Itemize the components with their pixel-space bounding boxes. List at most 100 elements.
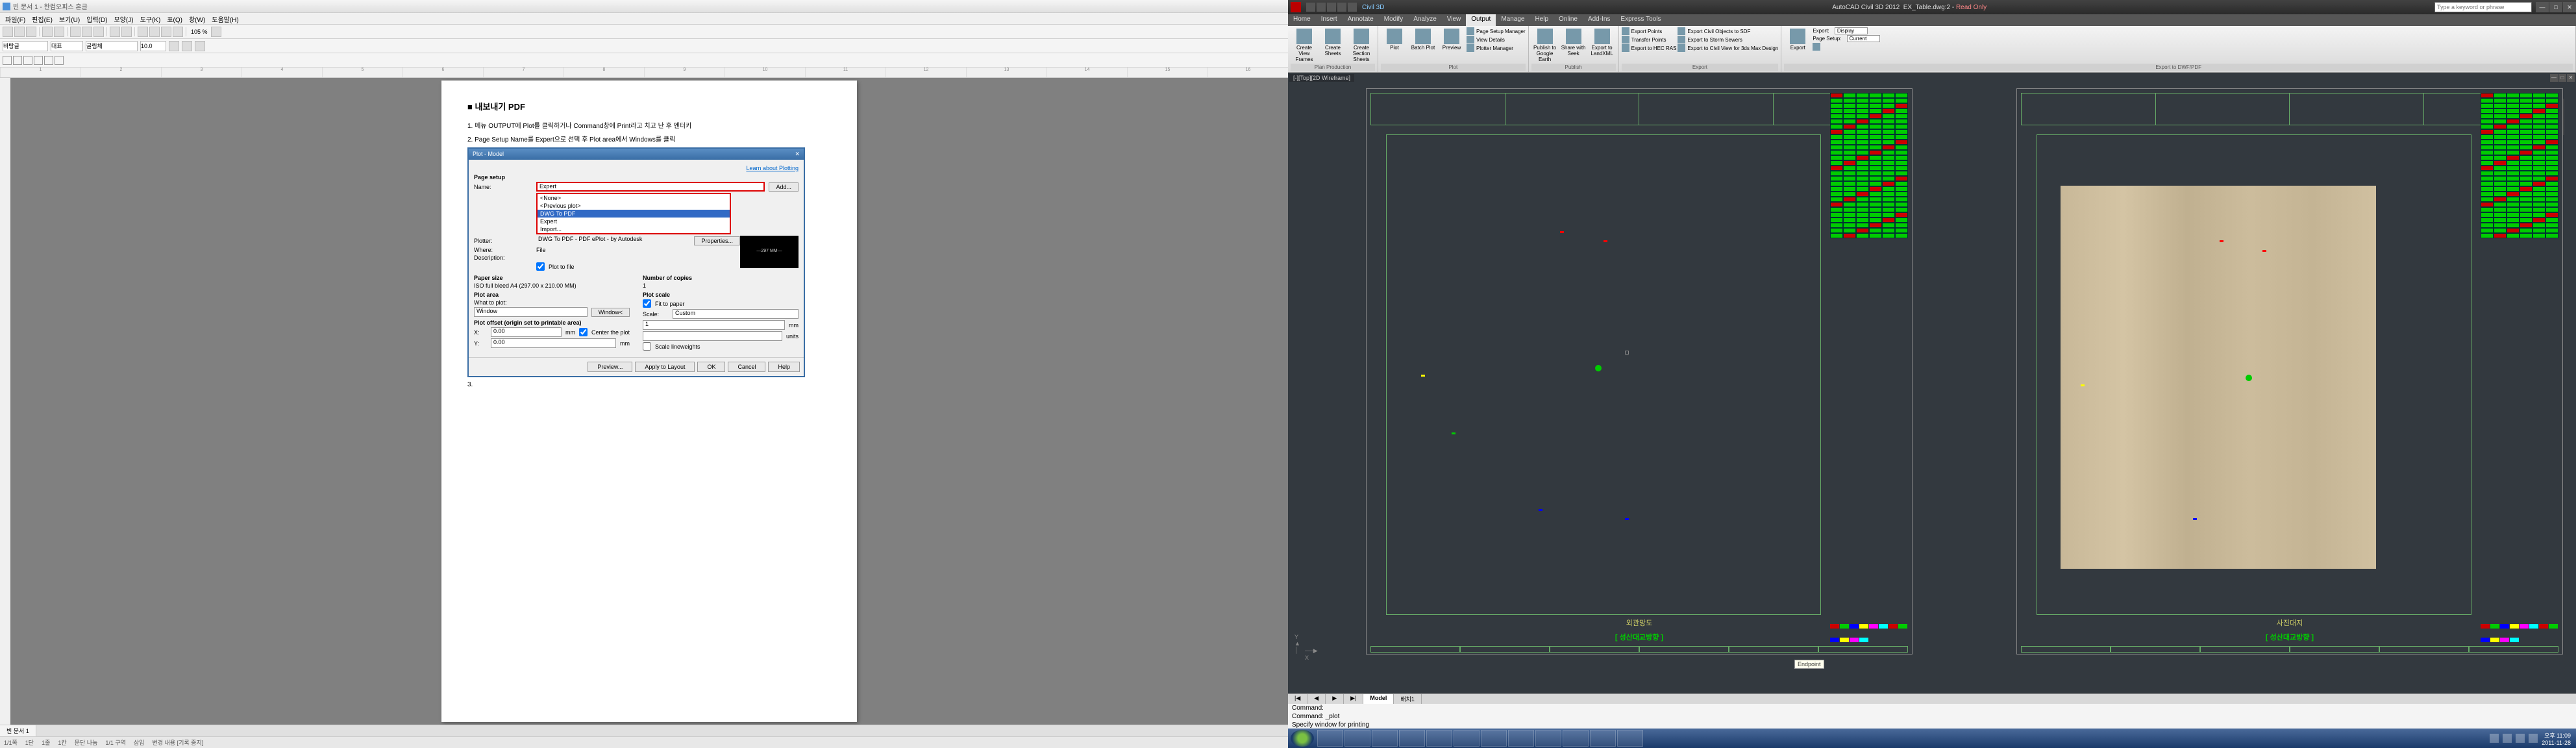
tab-nav-first-icon[interactable]: |◀ (1288, 694, 1307, 704)
maximize-icon[interactable]: □ (2549, 2, 2562, 12)
tab-modify[interactable]: Modify (1379, 14, 1408, 26)
share-seek-button[interactable]: Share with Seek (1560, 27, 1587, 58)
help-search-input[interactable] (2434, 2, 2532, 12)
tab-annotate[interactable]: Annotate (1343, 14, 1379, 26)
layout-sheet-1[interactable]: 외관망도 [ 성산대교방향 ] (1366, 88, 1913, 654)
tab-online[interactable]: Online (1554, 14, 1583, 26)
export-3dsmax-button[interactable]: Export to Civil View for 3ds Max Design (1678, 44, 1778, 52)
size-select[interactable] (140, 41, 166, 51)
hwp-canvas[interactable]: 내보내기 PDF 1. 메뉴 OUTPUT에 Plot를 클릭하거나 Comma… (10, 78, 1288, 725)
redo-icon[interactable] (121, 27, 132, 37)
menu-input[interactable]: 입력(D) (84, 13, 110, 24)
layout-sheet-2[interactable]: 사진대지 [ 성산대교방향 ] (2016, 88, 2563, 654)
hwp-menubar[interactable]: 파일(F) 편집(E) 보기(U) 입력(D) 모양(J) 도구(K) 표(Q)… (0, 13, 1288, 25)
font-select[interactable] (86, 41, 138, 51)
zoom-value[interactable]: 105 % (189, 29, 210, 35)
tab-express[interactable]: Express Tools (1615, 14, 1666, 26)
task-app-icon[interactable] (1617, 730, 1643, 747)
layout-tabs[interactable]: |◀ ◀ ▶ ▶| Model 배치1 (1288, 693, 2576, 704)
hwp-document-tabs[interactable]: 빈 문서 1 (0, 725, 1288, 736)
export-landxml-button[interactable]: Export to LandXML (1589, 27, 1616, 58)
minimize-icon[interactable]: — (2536, 2, 2549, 12)
open-icon[interactable] (14, 27, 25, 37)
curve-icon[interactable] (44, 56, 53, 65)
viewport-label[interactable]: [-][Top][2D Wireframe] (1289, 74, 1354, 82)
doc-tab-1[interactable]: 빈 문서 1 (0, 725, 36, 736)
hwp-page[interactable]: 내보내기 PDF 1. 메뉴 OUTPUT에 Plot를 클릭하거나 Comma… (441, 81, 857, 722)
menu-tools[interactable]: 도구(K) (138, 13, 164, 24)
tab-output[interactable]: Output (1466, 14, 1496, 26)
task-app-icon[interactable] (1535, 730, 1561, 747)
save-icon[interactable] (26, 27, 36, 37)
qat-save-icon[interactable] (1327, 3, 1336, 12)
clock-date[interactable]: 2011-11-28 (2542, 740, 2571, 746)
find-icon[interactable] (138, 27, 148, 37)
menu-edit[interactable]: 편집(E) (29, 13, 55, 24)
arrow-icon[interactable] (34, 56, 43, 65)
close-icon[interactable]: ✕ (2563, 2, 2576, 12)
layout-tab-1[interactable]: 배치1 (1394, 694, 1422, 704)
menu-format[interactable]: 모양(J) (112, 13, 136, 24)
tray-network-icon[interactable] (2516, 734, 2525, 743)
create-sheets-button[interactable]: Create Sheets (1319, 27, 1346, 58)
tab-nav-prev-icon[interactable]: ◀ (1307, 694, 1326, 704)
table-icon[interactable] (149, 27, 160, 37)
preview-button[interactable]: Preview (1438, 27, 1465, 52)
chart-icon[interactable] (161, 27, 171, 37)
gear-icon[interactable] (1813, 43, 1820, 51)
line-icon[interactable] (3, 56, 12, 65)
tab-nav-next-icon[interactable]: ▶ (1326, 694, 1344, 704)
create-view-frames-button[interactable]: Create View Frames (1291, 27, 1318, 64)
task-app-icon[interactable] (1590, 730, 1616, 747)
menu-file[interactable]: 파일(F) (3, 13, 28, 24)
system-tray[interactable]: 오후 11:09 2011-11-28 (2484, 731, 2576, 746)
task-app-icon[interactable] (1372, 730, 1398, 747)
preview-icon[interactable] (54, 27, 64, 37)
qat-redo-icon[interactable] (1348, 3, 1357, 12)
model-tab[interactable]: Model (1363, 694, 1394, 704)
viewport-minimize-icon[interactable]: — (2550, 74, 2558, 82)
tab-insert[interactable]: Insert (1316, 14, 1343, 26)
menu-help[interactable]: 도움말(H) (209, 13, 241, 24)
italic-icon[interactable] (182, 41, 192, 51)
copy-icon[interactable] (82, 27, 92, 37)
para-select[interactable] (51, 41, 83, 51)
paste-icon[interactable] (93, 27, 104, 37)
qat-undo-icon[interactable] (1337, 3, 1346, 12)
viewport-restore-icon[interactable]: □ (2558, 74, 2566, 82)
task-app-icon[interactable] (1481, 730, 1507, 747)
plotter-manager-button[interactable]: Plotter Manager (1467, 44, 1526, 52)
undo-icon[interactable] (110, 27, 120, 37)
tray-volume-icon[interactable] (2529, 734, 2538, 743)
page-setup-manager-button[interactable]: Page Setup Manager (1467, 27, 1526, 35)
transfer-points-button[interactable]: Transfer Points (1622, 36, 1677, 44)
task-app-icon[interactable] (1508, 730, 1534, 747)
qat-new-icon[interactable] (1306, 3, 1315, 12)
underline-icon[interactable] (195, 41, 205, 51)
viewport-2[interactable] (2037, 134, 2471, 615)
picture-icon[interactable] (173, 27, 183, 37)
ellipse-icon[interactable] (23, 56, 32, 65)
export-storm-button[interactable]: Export to Storm Sewers (1678, 36, 1778, 44)
windows-taskbar[interactable]: 오후 11:09 2011-11-28 (1288, 729, 2576, 748)
task-app-icon[interactable] (1563, 730, 1589, 747)
viewport-1[interactable] (1386, 134, 1821, 615)
polygon-icon[interactable] (55, 56, 64, 65)
style-select[interactable] (3, 41, 48, 51)
tray-lang-icon[interactable] (2503, 734, 2512, 743)
tab-nav-last-icon[interactable]: ▶| (1344, 694, 1363, 704)
autocad-app-icon[interactable] (1291, 2, 1301, 12)
ribbon-tabs[interactable]: Home Insert Annotate Modify Analyze View… (1288, 14, 2576, 26)
tab-help[interactable]: Help (1530, 14, 1554, 26)
menu-table[interactable]: 표(Q) (164, 13, 185, 24)
task-app-icon[interactable] (1426, 730, 1452, 747)
new-icon[interactable] (3, 27, 13, 37)
drawing-area[interactable]: [-][Top][2D Wireframe] — □ ✕ (1288, 73, 2576, 693)
tab-home[interactable]: Home (1288, 14, 1316, 26)
batch-plot-button[interactable]: Batch Plot (1409, 27, 1437, 52)
start-button[interactable] (1291, 730, 1314, 747)
cut-icon[interactable] (70, 27, 80, 37)
tray-up-icon[interactable] (2490, 734, 2499, 743)
bold-icon[interactable] (169, 41, 179, 51)
task-app-icon[interactable] (1399, 730, 1425, 747)
